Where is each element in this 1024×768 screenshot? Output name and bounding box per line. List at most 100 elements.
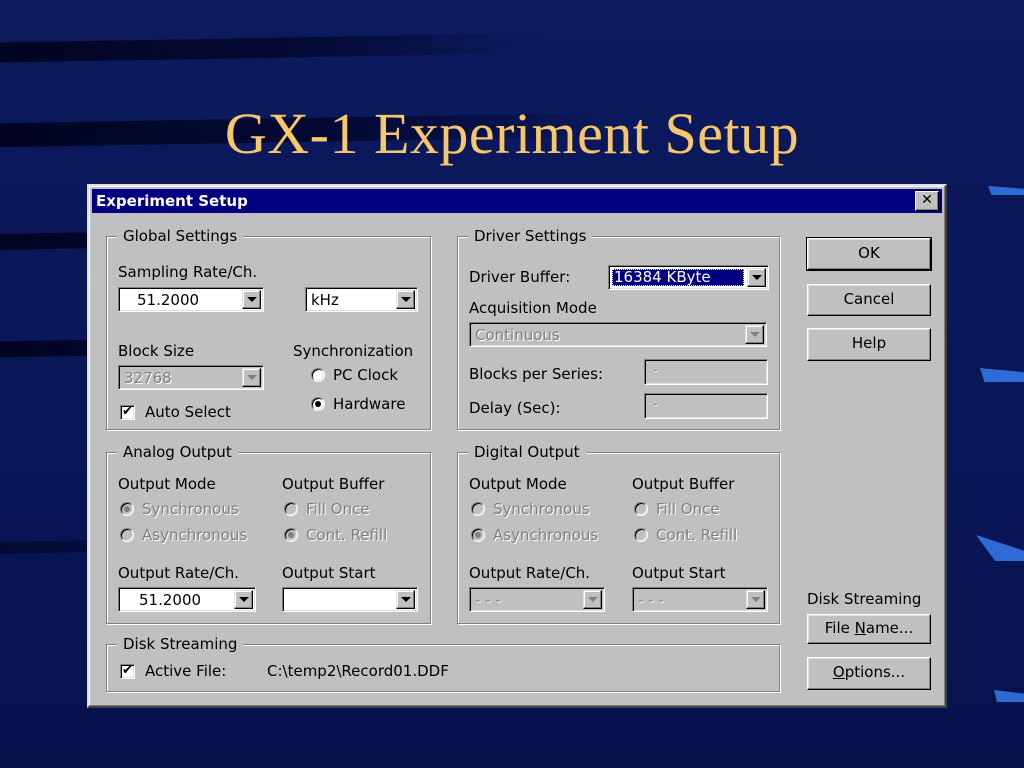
delay-field[interactable]: - bbox=[644, 393, 768, 419]
analog-output-start-combo[interactable] bbox=[282, 587, 418, 612]
check-icon[interactable]: ✔ bbox=[120, 405, 135, 420]
sync-pc-clock-radio[interactable]: PC Clock bbox=[311, 366, 421, 386]
output-start-label: Output Start bbox=[282, 564, 376, 582]
analog-synchronous-radio[interactable]: Synchronous bbox=[120, 500, 270, 520]
chevron-down-icon[interactable] bbox=[745, 325, 764, 344]
cancel-button[interactable]: Cancel bbox=[807, 284, 931, 316]
button-label-part: File bbox=[824, 619, 855, 637]
output-buffer-label: Output Buffer bbox=[632, 475, 735, 493]
combo-value: - - - bbox=[638, 591, 664, 609]
global-settings-group: Global Settings Sampling Rate/Ch. 51.200… bbox=[106, 227, 431, 430]
digital-fill-once-radio[interactable]: Fill Once bbox=[634, 500, 774, 520]
decorative-stripe bbox=[0, 33, 540, 63]
analog-output-rate-combo[interactable]: 51.2000 bbox=[118, 587, 256, 612]
combo-value: 32768 bbox=[124, 369, 172, 387]
active-file-checkbox[interactable]: ✔ Active File: bbox=[120, 662, 250, 682]
radio-icon[interactable] bbox=[634, 502, 648, 516]
help-button[interactable]: Help bbox=[807, 328, 931, 361]
radio-selected-icon[interactable] bbox=[284, 528, 298, 542]
sampling-rate-label: Sampling Rate/Ch. bbox=[118, 263, 258, 281]
field-value: - bbox=[653, 397, 658, 412]
close-icon[interactable]: ✕ bbox=[915, 191, 939, 211]
field-value: - bbox=[653, 363, 658, 378]
options-button[interactable]: Options... bbox=[807, 657, 931, 690]
digital-cont-refill-radio[interactable]: Cont. Refill bbox=[634, 526, 774, 546]
digital-asynchronous-radio[interactable]: Asynchronous bbox=[471, 526, 621, 546]
radio-icon[interactable] bbox=[284, 502, 298, 516]
chevron-down-icon[interactable] bbox=[746, 590, 765, 609]
radio-label: Cont. Refill bbox=[306, 526, 388, 544]
radio-label: Synchronous bbox=[142, 500, 239, 518]
dialog-titlebar[interactable]: Experiment Setup ✕ bbox=[92, 189, 942, 213]
auto-select-checkbox[interactable]: ✔ Auto Select bbox=[120, 403, 260, 423]
driver-buffer-label: Driver Buffer: bbox=[469, 268, 571, 286]
output-mode-label: Output Mode bbox=[469, 475, 567, 493]
acquisition-mode-combo[interactable]: Continuous bbox=[469, 322, 767, 347]
chevron-down-icon[interactable] bbox=[242, 290, 261, 309]
decorative-wedge bbox=[994, 690, 1024, 702]
chevron-down-icon[interactable] bbox=[234, 590, 253, 609]
block-size-combo[interactable]: 32768 bbox=[118, 365, 264, 390]
experiment-setup-dialog: Experiment Setup ✕ Global Settings Sampl… bbox=[87, 184, 947, 708]
driver-settings-group: Driver Settings Driver Buffer: 16384 KBy… bbox=[457, 227, 780, 430]
ok-button[interactable]: OK bbox=[806, 237, 932, 271]
disk-streaming-group: Disk Streaming ✔ Active File: C:\temp2\R… bbox=[106, 635, 780, 692]
digital-synchronous-radio[interactable]: Synchronous bbox=[471, 500, 621, 520]
radio-selected-icon[interactable] bbox=[311, 397, 325, 411]
button-label-part: ptions... bbox=[844, 663, 906, 681]
combo-value: Continuous bbox=[475, 326, 560, 344]
checkbox-label: Auto Select bbox=[145, 403, 231, 421]
output-rate-label: Output Rate/Ch. bbox=[469, 564, 591, 582]
file-name-button[interactable]: File Name... bbox=[807, 614, 931, 644]
group-legend: Analog Output bbox=[117, 443, 238, 461]
radio-label: Hardware bbox=[333, 395, 406, 413]
chevron-down-icon[interactable] bbox=[242, 368, 261, 387]
radio-label: PC Clock bbox=[333, 366, 399, 384]
mnemonic-underline: O bbox=[832, 663, 845, 681]
block-size-label: Block Size bbox=[118, 342, 195, 360]
blocks-per-series-field[interactable]: - bbox=[644, 359, 768, 385]
group-legend: Disk Streaming bbox=[117, 635, 244, 653]
group-legend: Global Settings bbox=[117, 227, 244, 245]
acquisition-mode-label: Acquisition Mode bbox=[469, 299, 597, 317]
chevron-down-icon[interactable] bbox=[396, 290, 415, 309]
chevron-down-icon[interactable] bbox=[747, 268, 766, 287]
decorative-wedge bbox=[976, 535, 1024, 561]
digital-output-start-combo[interactable]: - - - bbox=[632, 587, 768, 612]
output-mode-label: Output Mode bbox=[118, 475, 216, 493]
radio-selected-icon[interactable] bbox=[120, 502, 134, 516]
combo-value: - - - bbox=[475, 591, 501, 609]
checkbox-label: Active File: bbox=[145, 662, 227, 680]
sampling-unit-combo[interactable]: kHz bbox=[305, 287, 418, 312]
digital-output-rate-combo[interactable]: - - - bbox=[469, 587, 605, 612]
check-icon[interactable]: ✔ bbox=[120, 664, 135, 679]
synchronization-label: Synchronization bbox=[293, 342, 420, 360]
sync-hardware-radio[interactable]: Hardware bbox=[311, 395, 421, 415]
mnemonic-underline: N bbox=[854, 619, 866, 637]
group-legend: Driver Settings bbox=[468, 227, 593, 245]
combo-value: 16384 KByte bbox=[612, 269, 744, 286]
analog-output-group: Analog Output Output Mode Synchronous As… bbox=[106, 443, 431, 624]
chevron-down-icon[interactable] bbox=[583, 590, 602, 609]
digital-output-group: Digital Output Output Mode Synchronous A… bbox=[457, 443, 780, 624]
driver-buffer-combo[interactable]: 16384 KByte bbox=[608, 265, 769, 290]
combo-value: 51.2000 bbox=[139, 591, 202, 609]
disk-streaming-side-label: Disk Streaming bbox=[807, 590, 922, 608]
radio-icon[interactable] bbox=[120, 528, 134, 542]
analog-asynchronous-radio[interactable]: Asynchronous bbox=[120, 526, 270, 546]
radio-label: Synchronous bbox=[493, 500, 590, 518]
radio-selected-icon[interactable] bbox=[471, 528, 485, 542]
active-file-path: C:\temp2\Record01.DDF bbox=[267, 662, 449, 680]
analog-cont-refill-radio[interactable]: Cont. Refill bbox=[284, 526, 424, 546]
radio-label: Fill Once bbox=[656, 500, 720, 518]
chevron-down-icon[interactable] bbox=[396, 590, 415, 609]
button-label-part: ame... bbox=[865, 619, 914, 637]
radio-icon[interactable] bbox=[471, 502, 485, 516]
radio-label: Asynchronous bbox=[142, 526, 248, 544]
radio-icon[interactable] bbox=[634, 528, 648, 542]
analog-fill-once-radio[interactable]: Fill Once bbox=[284, 500, 424, 520]
radio-label: Asynchronous bbox=[493, 526, 599, 544]
blocks-per-series-label: Blocks per Series: bbox=[469, 365, 604, 383]
sampling-rate-combo[interactable]: 51.2000 bbox=[118, 287, 264, 312]
radio-icon[interactable] bbox=[311, 368, 325, 382]
